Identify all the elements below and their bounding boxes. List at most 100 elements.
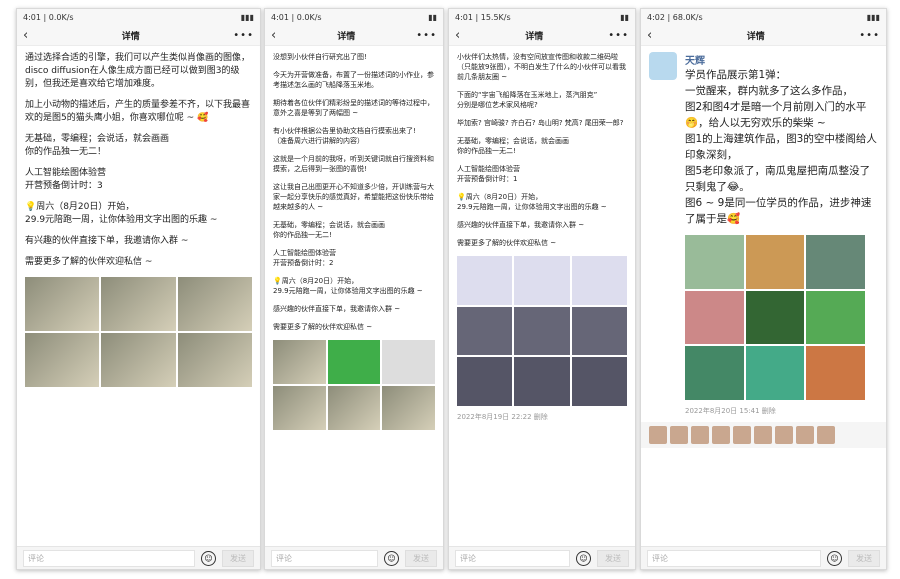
post-text: 小伙伴们太热情，没有空间放宣传图和收款二维码啦（只能放9张图），不明白发生了什么…: [457, 53, 626, 81]
image-thumb[interactable]: [177, 277, 252, 331]
qr-code-image[interactable]: [327, 340, 381, 384]
liker-avatar[interactable]: [796, 426, 814, 444]
liker-avatar[interactable]: [817, 426, 835, 444]
post-text: 加上小动物的描述后，产生的质量参差不齐，以下我最喜欢的是图5的猫头鹰小姐，你喜欢…: [25, 100, 251, 123]
back-arrow-icon[interactable]: ‹: [455, 28, 460, 43]
image-thumb[interactable]: [273, 340, 326, 384]
post-text: 💡周六（8月20日）开始， 29.9元陪跑一周，让你体验用文字出图的乐趣 ~: [273, 277, 423, 295]
likes-strip: [641, 422, 886, 448]
comment-input[interactable]: 评论: [455, 549, 570, 567]
status-bar: 4:01 | 0.0K/s ▮▮: [265, 9, 443, 25]
status-time: 4:02 | 68.0K/s: [647, 12, 703, 22]
image-thumb[interactable]: [25, 333, 100, 387]
post-text: 无基础，零编程；会说话，就会画画 你的作品独一无二!: [457, 137, 569, 155]
post-text: 💡周六（8月20日）开始， 29.9元陪跑一周，让你体验用文字出图的乐趣 ~: [25, 202, 218, 225]
post-content: 通过选择合适的引擎，我们可以产生类似肖像画的图像，disco diffusion…: [17, 46, 260, 387]
image-thumb[interactable]: [25, 277, 100, 331]
post-text: 感兴趣的伙伴直接下单，我邀请你入群 ~: [457, 221, 585, 229]
image-thumb[interactable]: [457, 256, 513, 305]
image-thumb[interactable]: [514, 256, 570, 305]
send-button[interactable]: 发送: [222, 549, 254, 567]
status-bar: 4:02 | 68.0K/s ▮▮▮: [641, 9, 886, 25]
image-thumb[interactable]: [745, 290, 805, 345]
comment-input[interactable]: 评论: [647, 549, 821, 567]
image-grid: [273, 340, 435, 430]
comment-bar: 评论 ☺ 发送: [449, 546, 635, 569]
username-link[interactable]: 天辉: [685, 52, 878, 67]
more-button[interactable]: •••: [416, 30, 437, 41]
back-arrow-icon[interactable]: ‹: [271, 28, 276, 43]
post-text: 下面的“宇宙飞船降落在玉米地上，蒸汽朋克” 分别是哪位艺术家风格呢?: [457, 91, 598, 109]
image-thumb[interactable]: [571, 357, 627, 406]
liker-avatar[interactable]: [712, 426, 730, 444]
page-title: 详情: [121, 31, 140, 42]
liker-avatar[interactable]: [670, 426, 688, 444]
post-text: 无基础，零编程；会说话，就会画画 你的作品独一无二！: [25, 134, 170, 157]
status-time: 4:01 | 15.5K/s: [455, 12, 511, 22]
more-button[interactable]: •••: [608, 30, 629, 41]
phone-screen-2: 4:01 | 0.0K/s ▮▮ ‹ 详情 ••• 没想到小伙伴自行研究出了图! …: [264, 8, 444, 570]
more-button[interactable]: •••: [859, 30, 880, 41]
post-text: 需要更多了解的伙伴欢迎私信 ~: [273, 323, 373, 331]
post-text: 感兴趣的伙伴直接下单，我邀请你入群 ~: [273, 305, 401, 313]
image-thumb[interactable]: [101, 333, 176, 387]
emoji-icon[interactable]: ☺: [384, 550, 399, 566]
liker-avatar[interactable]: [754, 426, 772, 444]
image-thumb[interactable]: [327, 386, 381, 430]
image-grid: [25, 277, 252, 387]
post-text: 💡周六（8月20日）开始， 29.9元陪跑一周，让你体验用文字出图的乐趣 ~: [457, 193, 607, 211]
image-thumb[interactable]: [685, 290, 744, 345]
page-title: 详情: [525, 31, 544, 42]
image-thumb[interactable]: [457, 306, 513, 356]
send-button[interactable]: 发送: [405, 549, 437, 567]
image-thumb[interactable]: [685, 346, 744, 400]
post-text: 有兴趣的伙伴直接下单，我邀请你入群 ~: [25, 236, 189, 246]
image-thumb[interactable]: [382, 386, 435, 430]
image-thumb[interactable]: [806, 290, 865, 345]
image-thumb[interactable]: [457, 357, 513, 406]
image-thumb[interactable]: [745, 346, 805, 400]
status-bar: 4:01 | 15.5K/s ▮▮: [449, 9, 635, 25]
image-thumb[interactable]: [745, 235, 805, 289]
liker-avatar[interactable]: [733, 426, 751, 444]
image-thumb[interactable]: [806, 235, 865, 289]
more-button[interactable]: •••: [233, 30, 254, 41]
comment-input[interactable]: 评论: [23, 549, 195, 567]
image-grid: [457, 256, 627, 406]
liker-avatar[interactable]: [691, 426, 709, 444]
avatar[interactable]: [649, 52, 677, 80]
emoji-icon[interactable]: ☺: [827, 550, 842, 566]
post-text: 期待着各位伙伴们精彩纷呈的描述词的等待过程中，意外之喜是等到了两幅图 ~: [273, 99, 434, 117]
comment-input[interactable]: 评论: [271, 549, 378, 567]
send-button[interactable]: 发送: [848, 549, 880, 567]
post-content: 小伙伴们太热情，没有空间放宣传图和收款二维码啦（只能放9张图），不明白发生了什么…: [449, 46, 635, 422]
image-thumb[interactable]: [806, 346, 865, 400]
qr-code-image[interactable]: [382, 340, 435, 384]
image-thumb[interactable]: [101, 277, 176, 331]
status-time: 4:01 | 0.0K/s: [23, 12, 74, 22]
battery-icon: ▮▮▮: [866, 12, 880, 22]
send-button[interactable]: 发送: [597, 549, 629, 567]
emoji-icon[interactable]: ☺: [576, 550, 591, 566]
liker-avatar[interactable]: [775, 426, 793, 444]
image-thumb[interactable]: [685, 235, 744, 289]
post-text: 学员作品展示第1弹： 一觉醒来，群内就多了这么多作品， 图2和图4才是暗一个月前…: [685, 69, 877, 225]
post-text: 通过选择合适的引擎，我们可以产生类似肖像画的图像，disco diffusion…: [25, 53, 251, 89]
image-thumb[interactable]: [571, 306, 627, 356]
emoji-icon[interactable]: ☺: [201, 550, 216, 566]
image-thumb[interactable]: [177, 333, 252, 387]
image-thumb[interactable]: [514, 357, 570, 406]
phone-screen-4: 4:02 | 68.0K/s ▮▮▮ ‹ 详情 ••• 天辉 学员作品展示第1弹：…: [640, 8, 887, 570]
post-text: 人工智能绘图体验营 开营预备倒计时：3: [25, 168, 107, 191]
post-text: 今天为开营做准备，布置了一份描述词的小作业，参考描述怎么画的飞船降落玉米地。: [273, 71, 434, 89]
back-arrow-icon[interactable]: ‹: [23, 28, 28, 43]
liker-avatar[interactable]: [649, 426, 667, 444]
post-text: 这让我自己出图更开心不知道多少倍，开训练营与大家一起分享快乐的感觉真好，希望能把…: [273, 183, 434, 211]
image-thumb[interactable]: [571, 256, 627, 305]
comment-bar: 评论 ☺ 发送: [17, 546, 260, 569]
image-thumb[interactable]: [514, 306, 570, 356]
top-bar: ‹ 详情 •••: [17, 25, 260, 46]
back-arrow-icon[interactable]: ‹: [647, 28, 652, 43]
page-title: 详情: [746, 31, 765, 42]
image-thumb[interactable]: [273, 386, 326, 430]
